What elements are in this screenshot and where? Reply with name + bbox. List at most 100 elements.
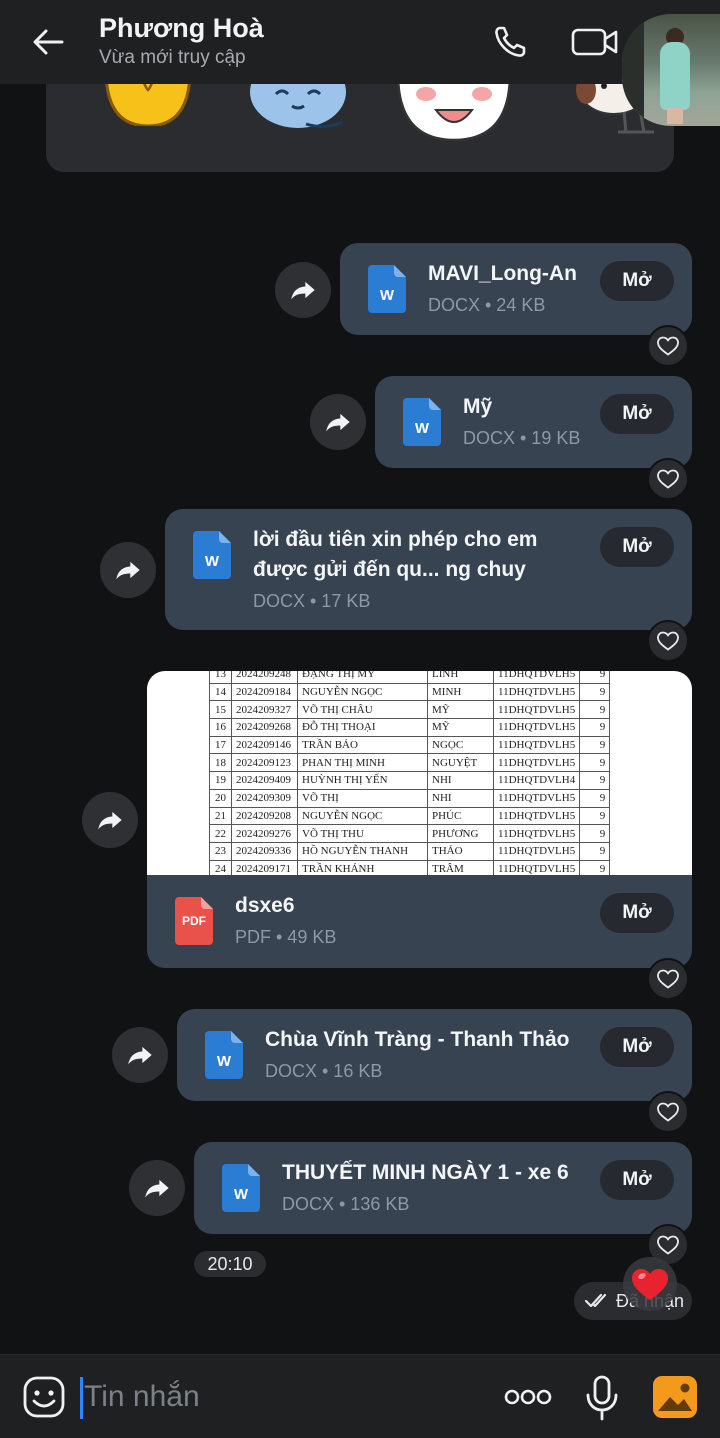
- photo-gallery-icon[interactable]: [652, 1375, 698, 1419]
- back-arrow-icon[interactable]: [26, 20, 70, 64]
- heart-reaction-icon[interactable]: [622, 1256, 678, 1312]
- preview-table-cell: 11DHQTDVLH5: [492, 841, 581, 861]
- heart-outline-icon: [656, 1233, 680, 1257]
- preview-table-cell: 19: [209, 771, 232, 790]
- preview-table-cell: 9: [579, 788, 611, 808]
- word-doc-icon: [403, 398, 441, 446]
- word-doc-icon: [222, 1164, 260, 1212]
- preview-table-cell: NGỌC: [427, 735, 494, 755]
- file-message-bubble[interactable]: THUYẾT MINH NGÀY 1 - xe 6 DOCX • 136 KB …: [194, 1142, 692, 1234]
- preview-table-cell: 9: [579, 841, 611, 861]
- preview-table-cell: 2024209184: [231, 682, 298, 702]
- preview-table-cell: 17: [209, 735, 232, 755]
- preview-table-row: 19 2024209409 HUỲNH THỊ YẾN NHI 11DHQTDVLH4 9: [209, 771, 611, 790]
- phone-icon[interactable]: [488, 20, 532, 64]
- preview-table-cell: 2024209336: [231, 841, 298, 861]
- preview-table-cell: 24: [209, 859, 232, 875]
- preview-table-cell: 11DHQTDVLH4: [492, 771, 581, 790]
- preview-table-cell: 9: [579, 700, 611, 720]
- chat-header: Phương Hoà Vừa mới truy cập: [0, 0, 720, 84]
- forward-icon: [143, 1174, 171, 1202]
- open-file-button[interactable]: Mở: [600, 527, 674, 567]
- preview-table-cell: VÕ THỊ: [297, 788, 428, 808]
- file-name: Mỹ: [463, 395, 493, 418]
- file-message-bubble[interactable]: Mỹ DOCX • 19 KB Mở: [375, 376, 692, 468]
- more-options-icon[interactable]: [504, 1383, 552, 1411]
- preview-table-row: 18 2024209123 PHAN THỊ MINH NGUYỆT 11DHQTDVL…: [209, 753, 611, 773]
- preview-table-cell: PHƯƠNG: [427, 824, 494, 843]
- preview-table-cell: 9: [579, 682, 611, 702]
- preview-table: 13 2024209248 ĐẶNG THỊ MỸ LINH 11DHQTDVLH5 9 1…: [209, 671, 611, 875]
- preview-table-row: 20 2024209309 VÕ THỊ NHI 11DHQTDVLH5 9: [209, 788, 611, 808]
- preview-table-cell: 11DHQTDVLH5: [492, 671, 581, 684]
- preview-table-row: 21 2024209208 NGUYỄN NGỌC PHÚC 11DHQTDVLH5 9: [209, 806, 611, 826]
- preview-table-cell: 2024209208: [231, 806, 298, 826]
- text-cursor: [80, 1377, 83, 1419]
- open-file-button[interactable]: Mở: [600, 261, 674, 301]
- open-file-button[interactable]: Mở: [600, 1027, 674, 1067]
- word-doc-icon: [205, 1031, 243, 1079]
- file-message-bubble[interactable]: 13 2024209248 ĐẶNG THỊ MỸ LINH 11DHQTDVLH5 9 1…: [147, 671, 692, 968]
- react-button[interactable]: [647, 458, 689, 500]
- video-camera-icon[interactable]: [570, 20, 620, 64]
- file-message-bubble[interactable]: MAVI_Long-An DOCX • 24 KB Mở: [340, 243, 692, 335]
- preview-table-cell: MỸ: [427, 718, 494, 737]
- file-name-line-1: lời đầu tiên xin phép cho em: [253, 528, 538, 551]
- microphone-icon[interactable]: [584, 1375, 620, 1421]
- preview-table-cell: 9: [579, 771, 611, 790]
- forward-button[interactable]: [310, 394, 366, 450]
- contact-status: Vừa mới truy cập: [99, 47, 246, 68]
- file-meta: DOCX • 136 KB: [282, 1194, 410, 1214]
- forward-button[interactable]: [100, 542, 156, 598]
- preview-table-cell: 13: [209, 671, 232, 684]
- preview-table-cell: NGUYỄN NGỌC: [297, 682, 428, 702]
- heart-outline-icon: [656, 629, 680, 653]
- preview-table-cell: 15: [209, 700, 232, 720]
- forward-button[interactable]: [129, 1160, 185, 1216]
- emoji-sticker-icon[interactable]: [22, 1375, 66, 1419]
- preview-table-cell: 11DHQTDVLH5: [492, 700, 581, 720]
- double-check-icon: [584, 1293, 607, 1308]
- forward-button[interactable]: [82, 792, 138, 848]
- open-file-button[interactable]: Mở: [600, 394, 674, 434]
- preview-table-cell: 11DHQTDVLH5: [492, 735, 581, 755]
- video-call-thumbnail[interactable]: [622, 14, 720, 126]
- react-button[interactable]: [647, 620, 689, 662]
- forward-button[interactable]: [275, 262, 331, 318]
- react-button[interactable]: [647, 958, 689, 1000]
- preview-table-cell: NHI: [427, 788, 494, 808]
- open-file-button[interactable]: Mở: [600, 893, 674, 933]
- preview-table-cell: VÕ THỊ CHÂU: [297, 700, 428, 720]
- preview-table-cell: ĐẶNG THỊ MỸ: [297, 671, 428, 684]
- preview-table-cell: 9: [579, 806, 611, 826]
- react-button[interactable]: [647, 1091, 689, 1133]
- preview-table-cell: VÕ THỊ THU: [297, 824, 428, 843]
- preview-table-cell: 9: [579, 753, 611, 773]
- open-file-button[interactable]: Mở: [600, 1160, 674, 1200]
- preview-table-row: 15 2024209327 VÕ THỊ CHÂU MỸ 11DHQTDVLH5 9: [209, 700, 611, 720]
- file-name-line-2: được gửi đến qu... ng chuy: [253, 558, 526, 581]
- preview-table-cell: NHI: [427, 771, 494, 790]
- preview-table-cell: 22: [209, 824, 232, 843]
- contact-name[interactable]: Phương Hoà: [99, 13, 264, 44]
- preview-table-cell: 9: [579, 718, 611, 737]
- preview-table-cell: NGUYỆT: [427, 753, 494, 773]
- preview-table-cell: TRẦN KHÁNH: [297, 859, 428, 875]
- file-meta: DOCX • 24 KB: [428, 295, 546, 315]
- preview-table-cell: 2024209409: [231, 771, 298, 790]
- heart-outline-icon: [656, 1100, 680, 1124]
- message-input[interactable]: [84, 1373, 484, 1421]
- file-meta: DOCX • 16 KB: [265, 1061, 383, 1081]
- preview-table-cell: ĐỖ THỊ THOẠI: [297, 718, 428, 737]
- file-message-bubble[interactable]: lời đầu tiên xin phép cho em được gửi đế…: [165, 509, 692, 630]
- preview-table-cell: TRÂM: [427, 859, 494, 875]
- forward-icon: [96, 806, 124, 834]
- preview-table-cell: THẢO: [427, 841, 494, 861]
- forward-button[interactable]: [112, 1027, 168, 1083]
- word-doc-icon: [193, 531, 231, 579]
- preview-table-cell: PHAN THỊ MINH: [297, 753, 428, 773]
- file-message-bubble[interactable]: Chùa Vĩnh Tràng - Thanh Thảo DOCX • 16 K…: [177, 1009, 692, 1101]
- react-button[interactable]: [647, 325, 689, 367]
- preview-table-cell: 11DHQTDVLH5: [492, 718, 581, 737]
- document-preview[interactable]: 13 2024209248 ĐẶNG THỊ MỸ LINH 11DHQTDVLH5 9 1…: [147, 671, 692, 875]
